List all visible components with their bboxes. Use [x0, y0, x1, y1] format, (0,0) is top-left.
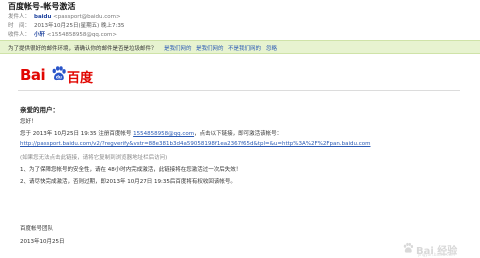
divider — [18, 90, 460, 91]
note-2: 2、请尽快完成激活，否则过期，即2013年 10月27日 19:35后百度将有权… — [20, 179, 236, 185]
sender-row: 发件人： baidu <passport@baidu.com> — [8, 12, 121, 20]
baidu-logo: Bai du 百度 — [20, 64, 100, 86]
logo-latin: Bai — [20, 66, 46, 84]
trust-option-2[interactable]: 是我们网的 — [196, 44, 224, 52]
watermark-sub: jingyan.baidu.com — [418, 252, 455, 257]
signature: 百度帐号团队 — [20, 226, 54, 232]
recipient-row: 收件人： 小轩 <1554858958@qq.com> — [8, 30, 117, 38]
sign-date: 2013年10月25日 — [20, 239, 65, 245]
watermark-paw-icon — [403, 242, 414, 253]
time-value: 2013年10月25日(星期五) 晚上7:35 — [34, 23, 125, 29]
email-header: 百度帐号-帐号激活 发件人： baidu <passport@baidu.com>… — [0, 0, 480, 38]
recipient-address: <1554858958@qq.com> — [46, 32, 117, 38]
logo-cn: 百度 — [67, 71, 94, 86]
register-email-link[interactable]: 1554858958@qq.com — [133, 131, 194, 137]
trust-option-ignore[interactable]: 忽略 — [266, 44, 277, 52]
email-subject: 百度帐号-帐号激活 — [8, 2, 76, 11]
register-line: 您于 2013年 10月25日 19:35 注册百度帐号 1554858958@… — [20, 129, 282, 137]
register-line-pre: 您于 2013年 10月25日 19:35 注册百度帐号 — [20, 131, 134, 137]
note-1: 1、为了保障您帐号的安全性，请在 48小时内完成激活，此链接将在您激活过一次后失… — [20, 167, 242, 173]
greeting: 亲爱的用户： — [20, 106, 59, 114]
trust-option-3[interactable]: 不是我们网的 — [228, 44, 261, 52]
sender-address: <passport@baidu.com> — [53, 14, 121, 20]
hello-text: 您好！ — [20, 119, 37, 125]
time-row: 时 间： 2013年10月25日(星期五) 晚上7:35 — [8, 21, 124, 29]
time-label: 时 间： — [8, 23, 31, 29]
sender-name[interactable]: baidu — [34, 14, 51, 20]
activation-link[interactable]: http://passport.baidu.com/v2/?regverify&… — [20, 141, 371, 147]
recipient-label: 收件人： — [8, 32, 31, 38]
trust-bar: 为了提供很好的邮件环境，请确认你的邮件是否是垃圾邮件？ 是我们网的 是我们网的 … — [0, 40, 480, 54]
paw-icon: du — [52, 66, 66, 81]
watermark: Bai 经验 jingyan.baidu.com — [396, 240, 474, 257]
trust-question: 为了提供很好的邮件环境，请确认你的邮件是否是垃圾邮件？ — [8, 46, 157, 52]
copy-hint: (如果您无法点击此链接，请将它复制到浏览器地址栏后访问) — [20, 155, 168, 161]
sender-label: 发件人： — [8, 14, 31, 20]
svg-text:du: du — [56, 75, 62, 81]
recipient-name[interactable]: 小轩 — [34, 32, 45, 38]
trust-option-1[interactable]: 是我们网的 — [164, 44, 192, 52]
register-line-post: ，点击以下链接，即可激活该帐号： — [194, 131, 283, 137]
